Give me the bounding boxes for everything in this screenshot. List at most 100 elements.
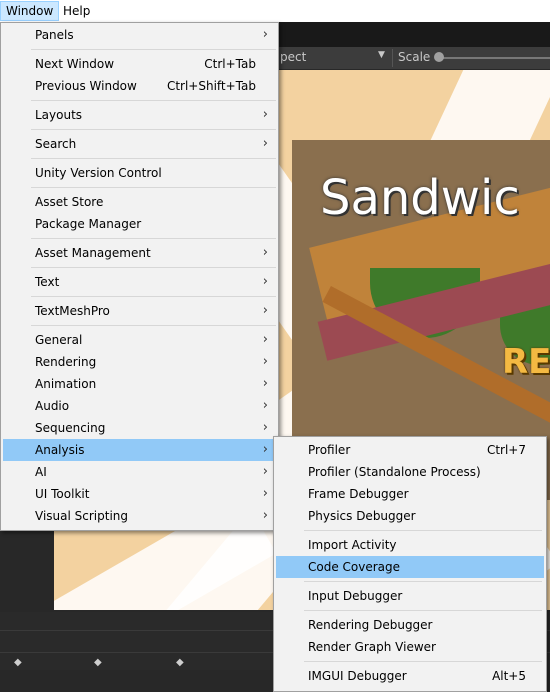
menu-item-next-window[interactable]: Next Window Ctrl+Tab bbox=[3, 53, 276, 75]
menu-item-label: Asset Management bbox=[35, 246, 151, 260]
menu-item-label: Rendering Debugger bbox=[308, 618, 433, 632]
menu-item-label: Asset Store bbox=[35, 195, 104, 209]
menu-separator bbox=[31, 49, 276, 50]
menu-separator bbox=[304, 661, 542, 662]
menu-item-sequencing[interactable]: Sequencing › bbox=[3, 417, 276, 439]
menu-item-search[interactable]: Search › bbox=[3, 133, 276, 155]
scale-slider-track[interactable] bbox=[440, 57, 550, 59]
chevron-down-icon[interactable]: ▼ bbox=[378, 50, 385, 60]
menu-item-asset-store[interactable]: Asset Store bbox=[3, 191, 276, 213]
menu-item-analysis[interactable]: Analysis › bbox=[3, 439, 276, 461]
menu-item-asset-management[interactable]: Asset Management › bbox=[3, 242, 276, 264]
menu-item-label: Physics Debugger bbox=[308, 509, 416, 523]
menu-separator bbox=[31, 100, 276, 101]
menubar-help[interactable]: Help bbox=[58, 2, 95, 20]
menu-separator bbox=[31, 267, 276, 268]
game-badge: RE bbox=[502, 342, 550, 382]
submenu-arrow-icon: › bbox=[262, 508, 268, 523]
menu-item-label: Text bbox=[35, 275, 60, 289]
menu-item-ui-toolkit[interactable]: UI Toolkit › bbox=[3, 483, 276, 505]
submenu-arrow-icon: › bbox=[262, 245, 268, 260]
menu-item-input-debugger[interactable]: Input Debugger bbox=[276, 585, 544, 607]
menu-item-label: Profiler bbox=[308, 443, 351, 457]
menu-separator bbox=[31, 238, 276, 239]
menu-item-profiler[interactable]: Profiler Ctrl+7 bbox=[276, 439, 544, 461]
menu-separator bbox=[304, 581, 542, 582]
menu-item-label: Profiler (Standalone Process) bbox=[308, 465, 481, 479]
menu-separator bbox=[31, 325, 276, 326]
menu-item-label: Audio bbox=[35, 399, 70, 413]
game-title: Sandwic bbox=[320, 170, 520, 226]
submenu-arrow-icon: › bbox=[262, 442, 268, 457]
menu-item-previous-window[interactable]: Previous Window Ctrl+Shift+Tab bbox=[3, 75, 276, 97]
menu-item-layouts[interactable]: Layouts › bbox=[3, 104, 276, 126]
menu-item-package-manager[interactable]: Package Manager bbox=[3, 213, 276, 235]
menu-item-shortcut: Alt+5 bbox=[492, 669, 526, 683]
menu-separator bbox=[31, 158, 276, 159]
menu-item-label: Render Graph Viewer bbox=[308, 640, 436, 654]
menu-item-profiler-standalone[interactable]: Profiler (Standalone Process) bbox=[276, 461, 544, 483]
menu-item-label: Analysis bbox=[35, 443, 85, 457]
submenu-arrow-icon: › bbox=[262, 27, 268, 42]
menu-item-animation[interactable]: Animation › bbox=[3, 373, 276, 395]
submenu-arrow-icon: › bbox=[262, 420, 268, 435]
menu-item-label: IMGUI Debugger bbox=[308, 669, 407, 683]
menu-item-physics-debugger[interactable]: Physics Debugger bbox=[276, 505, 544, 527]
submenu-arrow-icon: › bbox=[262, 398, 268, 413]
timeline-marker-icon[interactable]: ◆ bbox=[176, 657, 184, 668]
timeline-marker-icon[interactable]: ◆ bbox=[94, 657, 102, 668]
menu-item-panels[interactable]: Panels › bbox=[3, 24, 276, 46]
aspect-dropdown[interactable]: pect bbox=[280, 50, 306, 64]
menu-item-label: Animation bbox=[35, 377, 97, 391]
submenu-arrow-icon: › bbox=[262, 303, 268, 318]
menu-item-rendering[interactable]: Rendering › bbox=[3, 351, 276, 373]
scale-slider-handle[interactable] bbox=[434, 52, 444, 62]
menu-separator bbox=[31, 296, 276, 297]
menu-item-textmeshpro[interactable]: TextMeshPro › bbox=[3, 300, 276, 322]
submenu-arrow-icon: › bbox=[262, 107, 268, 122]
scale-label: Scale bbox=[398, 50, 431, 64]
menu-item-label: Rendering bbox=[35, 355, 97, 369]
menu-item-label: AI bbox=[35, 465, 47, 479]
menu-item-label: Input Debugger bbox=[308, 589, 403, 603]
menu-item-label: Import Activity bbox=[308, 538, 397, 552]
menu-item-import-activity[interactable]: Import Activity bbox=[276, 534, 544, 556]
menu-item-audio[interactable]: Audio › bbox=[3, 395, 276, 417]
menu-item-label: Code Coverage bbox=[308, 560, 401, 574]
menu-item-frame-debugger[interactable]: Frame Debugger bbox=[276, 483, 544, 505]
menu-item-text[interactable]: Text › bbox=[3, 271, 276, 293]
menu-item-shortcut: Ctrl+Tab bbox=[204, 57, 256, 71]
menu-item-general[interactable]: General › bbox=[3, 329, 276, 351]
submenu-arrow-icon: › bbox=[262, 332, 268, 347]
menu-item-render-graph-viewer[interactable]: Render Graph Viewer bbox=[276, 636, 544, 658]
menu-item-label: Layouts bbox=[35, 108, 83, 122]
timeline-marker-icon[interactable]: ◆ bbox=[14, 657, 22, 668]
menu-item-label: Search bbox=[35, 137, 77, 151]
submenu-arrow-icon: › bbox=[262, 354, 268, 369]
menu-separator bbox=[304, 530, 542, 531]
menubar: Window Help bbox=[0, 0, 550, 22]
submenu-arrow-icon: › bbox=[262, 486, 268, 501]
submenu-arrow-icon: › bbox=[262, 376, 268, 391]
menu-item-visual-scripting[interactable]: Visual Scripting › bbox=[3, 505, 276, 527]
menu-item-label: Unity Version Control bbox=[35, 166, 162, 180]
game-view-toolbar: pect ▼ Scale bbox=[278, 47, 550, 69]
analysis-submenu: Profiler Ctrl+7 Profiler (Standalone Proc… bbox=[273, 436, 547, 692]
menu-item-label: General bbox=[35, 333, 83, 347]
menu-separator bbox=[304, 610, 542, 611]
toolbar-divider bbox=[392, 49, 393, 67]
menu-item-label: Panels bbox=[35, 28, 74, 42]
menu-item-label: Previous Window bbox=[35, 79, 137, 93]
menu-item-ai[interactable]: AI › bbox=[3, 461, 276, 483]
submenu-arrow-icon: › bbox=[262, 464, 268, 479]
menu-item-label: Next Window bbox=[35, 57, 115, 71]
menubar-window[interactable]: Window bbox=[0, 1, 60, 21]
submenu-arrow-icon: › bbox=[262, 274, 268, 289]
menu-item-imgui-debugger[interactable]: IMGUI Debugger Alt+5 bbox=[276, 665, 544, 687]
submenu-arrow-icon: › bbox=[262, 136, 268, 151]
menu-item-code-coverage[interactable]: Code Coverage bbox=[276, 556, 544, 578]
menu-item-label: Frame Debugger bbox=[308, 487, 409, 501]
menu-item-rendering-debugger[interactable]: Rendering Debugger bbox=[276, 614, 544, 636]
menu-item-unity-version-control[interactable]: Unity Version Control bbox=[3, 162, 276, 184]
menu-item-shortcut: Ctrl+7 bbox=[486, 443, 526, 457]
